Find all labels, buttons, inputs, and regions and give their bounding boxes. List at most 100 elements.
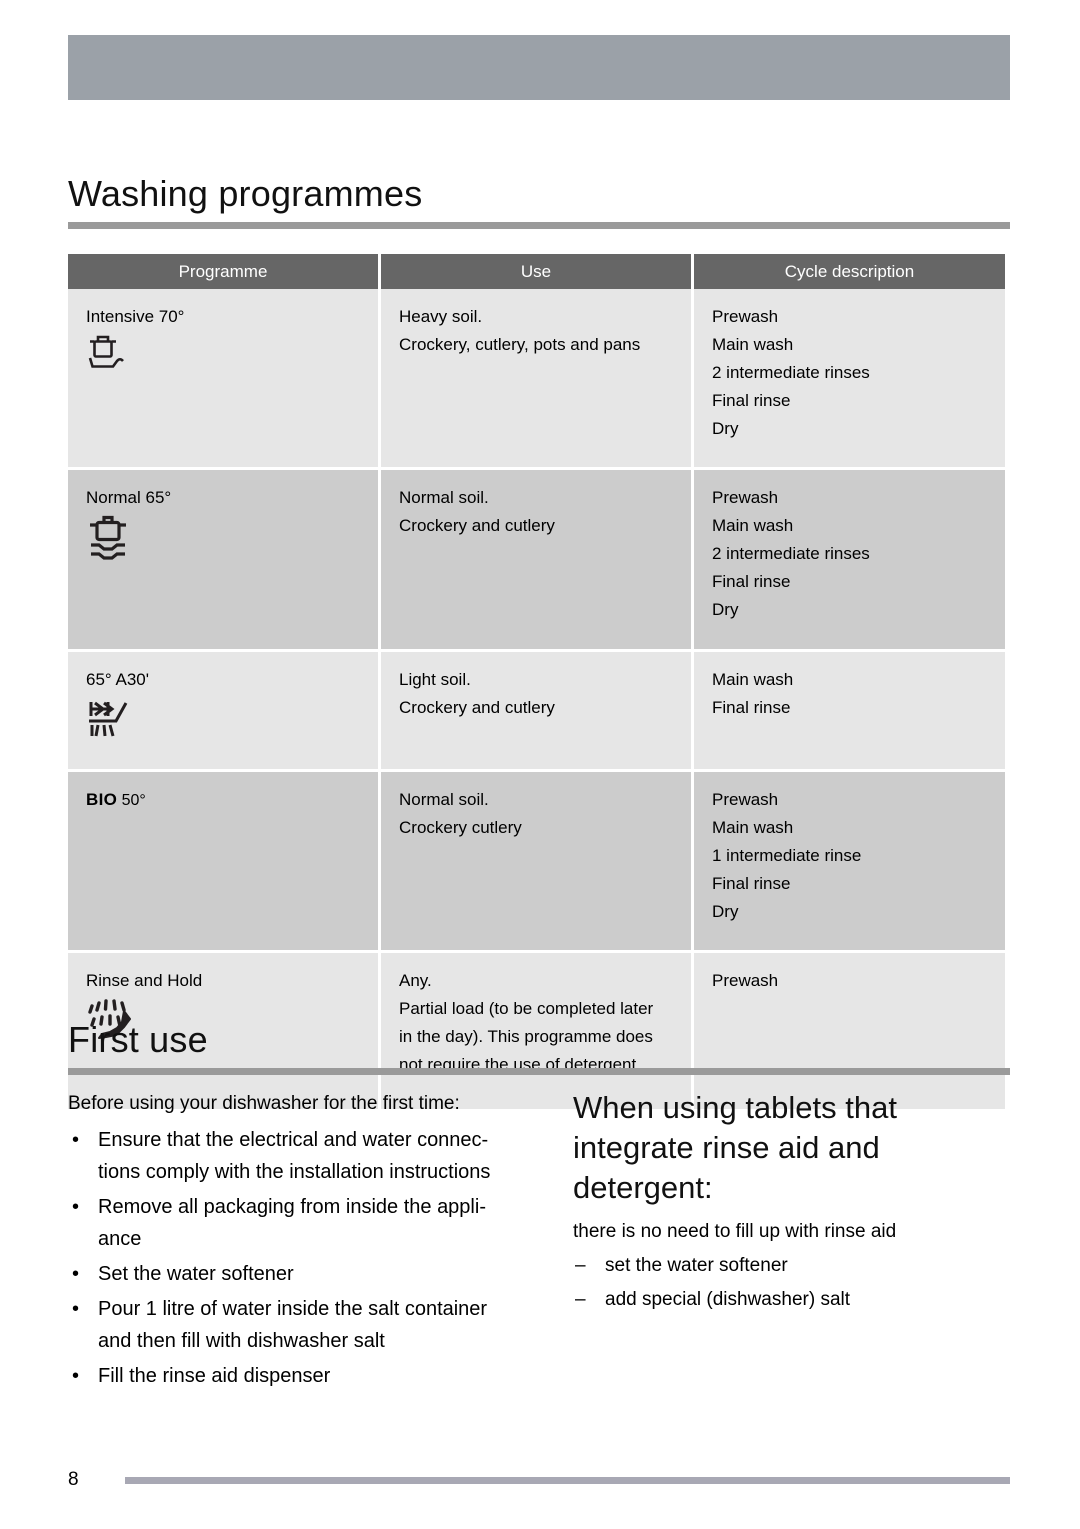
tablets-heading-line: When using tablets that: [573, 1090, 897, 1125]
list-item-label: set the water softener: [605, 1255, 788, 1276]
first-use-bullet-list: • Ensure that the electrical and water c…: [68, 1124, 520, 1392]
cell-cycle-description: Prewash Main wash 2 intermediate rinses …: [694, 289, 1005, 470]
table-header-row: Programme Use Cycle description: [68, 254, 1005, 289]
cycle-step: Final rinse: [712, 874, 791, 893]
cell-use: Normal soil. Crockery cutlery: [381, 772, 694, 953]
column-header-programme: Programme: [68, 254, 381, 289]
footer-divider: [125, 1477, 1010, 1484]
column-header-use: Use: [381, 254, 694, 289]
cycle-step: Dry: [712, 419, 739, 438]
cycle-step: 2 intermediate rinses: [712, 363, 870, 382]
bullet-marker: •: [72, 1196, 80, 1218]
bullet-marker: •: [72, 1298, 80, 1320]
programme-label-bio: BIO: [86, 790, 118, 809]
section-divider: [68, 1068, 1010, 1075]
column-header-cycle-description: Cycle description: [694, 254, 1005, 289]
programme-label-temp: 50°: [117, 792, 146, 809]
tablets-heading: When using tablets that integrate rinse …: [573, 1088, 1010, 1208]
list-item-label: add special (dishwasher) salt: [605, 1289, 851, 1310]
fast-wash-icon: [86, 696, 364, 742]
list-item: • Remove all packaging from inside the a…: [68, 1191, 520, 1255]
use-line: Normal soil.: [399, 488, 489, 507]
cycle-step: 1 intermediate rinse: [712, 846, 862, 865]
cycle-step: Dry: [712, 600, 739, 619]
programme-label: Normal 65°: [86, 488, 172, 507]
tablets-intro: there is no need to fill up with rinse a…: [573, 1221, 897, 1242]
first-use-left-column: Before using your dishwasher for the fir…: [68, 1088, 520, 1395]
cell-use: Heavy soil. Crockery, cutlery, pots and …: [381, 289, 694, 470]
cycle-step: Prewash: [712, 488, 779, 507]
list-item-line: Pour 1 litre of water inside the salt co…: [98, 1298, 488, 1320]
programme-label: 65° A30': [86, 670, 149, 689]
list-item: – set the water softener: [573, 1250, 1010, 1282]
cycle-step: Prewash: [712, 790, 779, 809]
section-title-first-use: First use: [68, 1019, 208, 1060]
cycle-step: Final rinse: [712, 391, 791, 410]
cell-programme: 65° A30': [68, 652, 381, 772]
list-item: • Fill the rinse aid dispenser: [68, 1360, 520, 1392]
pot-and-plates-icon: [86, 514, 364, 570]
cycle-step: Final rinse: [712, 572, 791, 591]
programme-label: Rinse and Hold: [86, 971, 203, 990]
page-footer: 8: [0, 1468, 1080, 1492]
pot-and-pan-icon: [86, 333, 364, 379]
page-number: 8: [68, 1469, 79, 1490]
list-item: – add special (dishwasher) salt: [573, 1284, 1010, 1316]
use-line: Heavy soil.: [399, 307, 483, 326]
list-item-line: Set the water softener: [98, 1263, 294, 1285]
use-line: Any.: [399, 971, 432, 990]
cycle-step: Final rinse: [712, 698, 791, 717]
cycle-step: Prewash: [712, 307, 779, 326]
cycle-step: Main wash: [712, 516, 794, 535]
tablets-heading-line: integrate rinse aid and: [573, 1130, 880, 1165]
list-item-line: Remove all packaging from inside the app…: [98, 1196, 486, 1218]
tablets-heading-line: detergent:: [573, 1170, 713, 1205]
first-use-section: First use: [68, 1018, 1010, 1075]
table-row: 65° A30' Light soil. Crockery and cutler…: [68, 652, 1005, 772]
programme-label: Intensive 70°: [86, 307, 185, 326]
cell-programme: Intensive 70°: [68, 289, 381, 470]
table-row: Intensive 70° Heavy soil. Crockery, cutl…: [68, 289, 1005, 470]
list-item-line: and then fill with dishwasher salt: [98, 1330, 385, 1352]
washing-programmes-table: Programme Use Cycle description Intensiv…: [68, 254, 1005, 1112]
cycle-step: 2 intermediate rinses: [712, 544, 870, 563]
dash-marker: –: [575, 1255, 586, 1276]
tablets-list: – set the water softener – add special (…: [573, 1250, 1010, 1316]
use-line: Crockery, cutlery, pots and pans: [399, 335, 641, 354]
bullet-marker: •: [72, 1129, 80, 1151]
cycle-step: Main wash: [712, 670, 794, 689]
use-line: Crockery and cutlery: [399, 516, 555, 535]
use-line: Normal soil.: [399, 790, 489, 809]
list-item: • Ensure that the electrical and water c…: [68, 1124, 520, 1188]
table-row: BIO 50° Normal soil. Crockery cutlery Pr…: [68, 772, 1005, 953]
list-item: • Pour 1 litre of water inside the salt …: [68, 1293, 520, 1357]
section-divider: [68, 222, 1010, 229]
cell-use: Normal soil. Crockery and cutlery: [381, 470, 694, 652]
first-use-columns: Before using your dishwasher for the fir…: [68, 1088, 1010, 1418]
list-item-line: ance: [98, 1228, 142, 1250]
header-band: [68, 35, 1010, 100]
page-title: Washing programmes: [68, 173, 423, 214]
cycle-step: Main wash: [712, 818, 794, 837]
tablets-right-column: When using tablets that integrate rinse …: [573, 1088, 1010, 1318]
dash-marker: –: [575, 1289, 586, 1310]
cell-cycle-description: Main wash Final rinse: [694, 652, 1005, 772]
table-row: Normal 65° Normal soil. Crockery and cut…: [68, 470, 1005, 652]
list-item-line: Fill the rinse aid dispenser: [98, 1365, 331, 1387]
bullet-marker: •: [72, 1263, 80, 1285]
use-line: Crockery and cutlery: [399, 698, 555, 717]
bullet-marker: •: [72, 1365, 80, 1387]
list-item-line: tions comply with the installation instr…: [98, 1161, 491, 1183]
cell-cycle-description: Prewash Main wash 2 intermediate rinses …: [694, 470, 1005, 652]
programme-label: BIO 50°: [86, 786, 364, 815]
manual-page: Washing programmes Programme Use Cycle d…: [0, 0, 1080, 1529]
use-line: Light soil.: [399, 670, 471, 689]
cell-use: Light soil. Crockery and cutlery: [381, 652, 694, 772]
use-line: Crockery cutlery: [399, 818, 522, 837]
list-item: • Set the water softener: [68, 1258, 520, 1290]
washing-programmes-section: Washing programmes: [68, 172, 1010, 229]
cell-cycle-description: Prewash Main wash 1 intermediate rinse F…: [694, 772, 1005, 953]
cell-programme: BIO 50°: [68, 772, 381, 953]
cycle-step: Prewash: [712, 971, 779, 990]
cycle-step: Dry: [712, 902, 739, 921]
